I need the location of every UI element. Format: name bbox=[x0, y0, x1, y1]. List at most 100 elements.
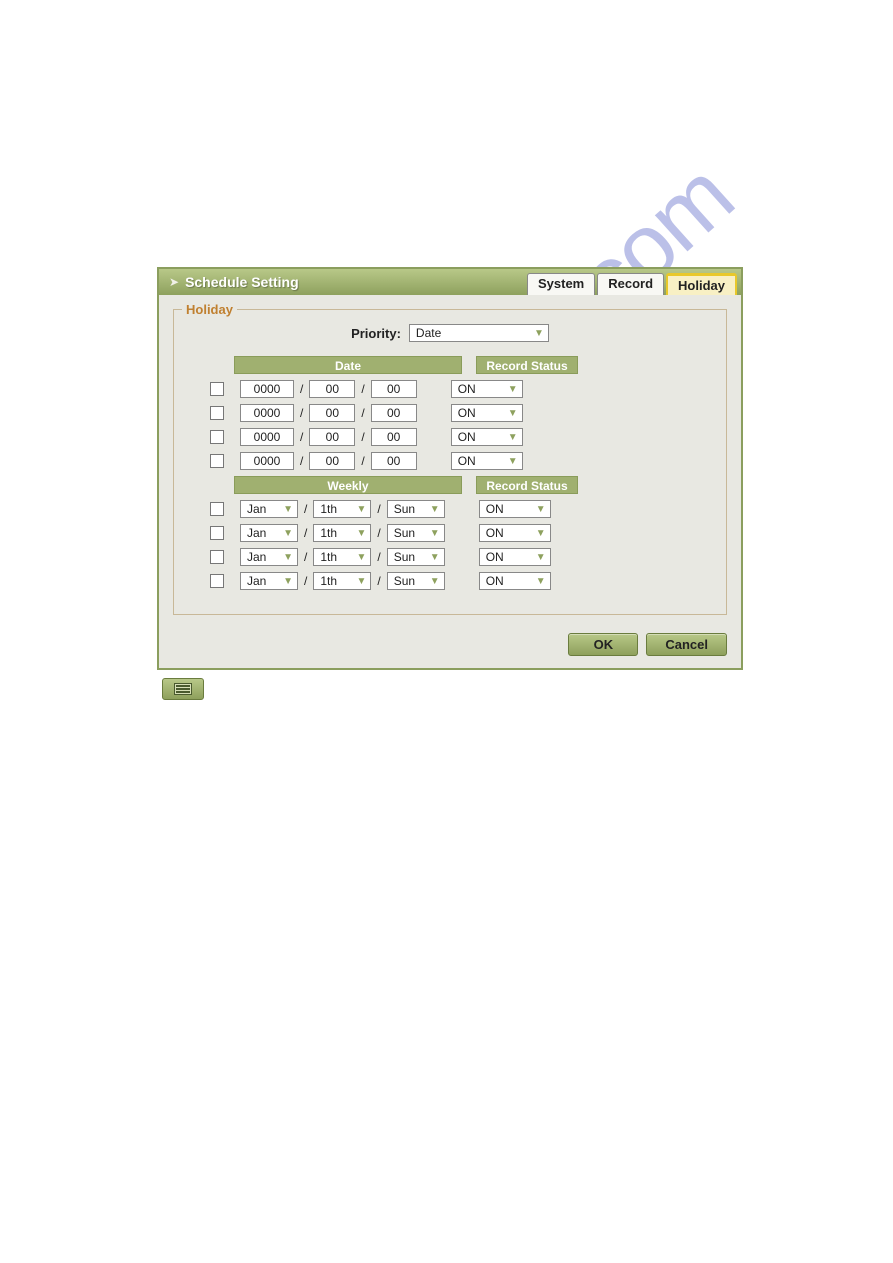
record-status-value: ON bbox=[486, 502, 504, 516]
cancel-button[interactable]: Cancel bbox=[646, 633, 727, 656]
tab-record[interactable]: Record bbox=[597, 273, 664, 295]
dialog-titlebar: ➤ Schedule Setting System Record Holiday bbox=[159, 269, 741, 295]
dropdown-icon: ▼ bbox=[508, 408, 518, 419]
date-row: 0000 / 00 / 00 ON ▼ bbox=[210, 404, 698, 422]
tab-system[interactable]: System bbox=[527, 273, 595, 295]
weekly-row-checkbox[interactable] bbox=[210, 574, 224, 588]
date-section-headers: Date Record Status bbox=[234, 356, 698, 374]
record-status-select[interactable]: ON ▼ bbox=[479, 572, 551, 590]
record-status-header: Record Status bbox=[476, 476, 578, 494]
dropdown-icon: ▼ bbox=[430, 504, 440, 515]
dropdown-icon: ▼ bbox=[508, 456, 518, 467]
priority-select-value: Date bbox=[416, 326, 441, 340]
weekly-row: Jan ▼ / 1th ▼ / Sun ▼ ON ▼ bbox=[210, 548, 698, 566]
date-header: Date bbox=[234, 356, 462, 374]
record-status-select[interactable]: ON ▼ bbox=[479, 548, 551, 566]
priority-label: Priority: bbox=[351, 326, 401, 341]
record-status-select[interactable]: ON ▼ bbox=[451, 452, 523, 470]
weekly-day-select[interactable]: Sun ▼ bbox=[387, 500, 445, 518]
weekly-ordinal-select[interactable]: 1th ▼ bbox=[313, 524, 371, 542]
date-year-input[interactable]: 0000 bbox=[240, 380, 294, 398]
tab-holiday[interactable]: Holiday bbox=[666, 273, 737, 295]
weekly-day-select[interactable]: Sun ▼ bbox=[387, 572, 445, 590]
separator: / bbox=[300, 382, 303, 396]
dropdown-icon: ▼ bbox=[356, 552, 366, 563]
dropdown-icon: ▼ bbox=[283, 576, 293, 587]
dropdown-icon: ▼ bbox=[430, 552, 440, 563]
separator: / bbox=[361, 430, 364, 444]
weekly-day-select[interactable]: Sun ▼ bbox=[387, 524, 445, 542]
date-row: 0000 / 00 / 00 ON ▼ bbox=[210, 428, 698, 446]
dropdown-icon: ▼ bbox=[356, 528, 366, 539]
date-row-checkbox[interactable] bbox=[210, 382, 224, 396]
date-year-input[interactable]: 0000 bbox=[240, 452, 294, 470]
weekly-row-checkbox[interactable] bbox=[210, 502, 224, 516]
dropdown-icon: ▼ bbox=[536, 576, 546, 587]
dropdown-icon: ▼ bbox=[283, 528, 293, 539]
date-row-checkbox[interactable] bbox=[210, 454, 224, 468]
date-day-input[interactable]: 00 bbox=[371, 452, 417, 470]
weekly-section-headers: Weekly Record Status bbox=[234, 476, 698, 494]
weekly-ordinal-select[interactable]: 1th ▼ bbox=[313, 572, 371, 590]
holiday-fieldset: Holiday Priority: Date ▼ Date Record Sta… bbox=[173, 309, 727, 615]
weekly-row: Jan ▼ / 1th ▼ / Sun ▼ ON ▼ bbox=[210, 500, 698, 518]
record-status-select[interactable]: ON ▼ bbox=[451, 404, 523, 422]
date-day-input[interactable]: 00 bbox=[371, 428, 417, 446]
date-year-input[interactable]: 0000 bbox=[240, 404, 294, 422]
separator: / bbox=[361, 406, 364, 420]
separator: / bbox=[304, 526, 307, 540]
date-day-input[interactable]: 00 bbox=[371, 404, 417, 422]
date-month-input[interactable]: 00 bbox=[309, 380, 355, 398]
weekly-ordinal-select[interactable]: 1th ▼ bbox=[313, 548, 371, 566]
weekly-month-select[interactable]: Jan ▼ bbox=[240, 572, 298, 590]
dialog-title: Schedule Setting bbox=[185, 274, 299, 290]
weekly-row-checkbox[interactable] bbox=[210, 550, 224, 564]
record-status-value: ON bbox=[486, 574, 504, 588]
date-month-input[interactable]: 00 bbox=[309, 428, 355, 446]
weekly-month-select[interactable]: Jan ▼ bbox=[240, 524, 298, 542]
priority-select[interactable]: Date ▼ bbox=[409, 324, 549, 342]
weekly-month-select[interactable]: Jan ▼ bbox=[240, 500, 298, 518]
weekly-day-select[interactable]: Sun ▼ bbox=[387, 548, 445, 566]
weekly-day-value: Sun bbox=[394, 526, 415, 540]
dropdown-icon: ▼ bbox=[430, 528, 440, 539]
weekly-month-select[interactable]: Jan ▼ bbox=[240, 548, 298, 566]
dropdown-icon: ▼ bbox=[356, 576, 366, 587]
separator: / bbox=[300, 430, 303, 444]
separator: / bbox=[377, 550, 380, 564]
separator: / bbox=[361, 454, 364, 468]
separator: / bbox=[304, 550, 307, 564]
record-status-select[interactable]: ON ▼ bbox=[451, 380, 523, 398]
record-status-select[interactable]: ON ▼ bbox=[451, 428, 523, 446]
weekly-row-checkbox[interactable] bbox=[210, 526, 224, 540]
date-day-input[interactable]: 00 bbox=[371, 380, 417, 398]
record-status-value: ON bbox=[458, 406, 476, 420]
priority-row: Priority: Date ▼ bbox=[202, 324, 698, 342]
weekly-ordinal-value: 1th bbox=[320, 550, 337, 564]
date-row: 0000 / 00 / 00 ON ▼ bbox=[210, 452, 698, 470]
fieldset-legend: Holiday bbox=[182, 302, 237, 317]
schedule-list-button[interactable] bbox=[162, 678, 204, 700]
weekly-month-value: Jan bbox=[247, 502, 266, 516]
dropdown-icon: ▼ bbox=[508, 432, 518, 443]
date-row-checkbox[interactable] bbox=[210, 430, 224, 444]
weekly-header: Weekly bbox=[234, 476, 462, 494]
dropdown-icon: ▼ bbox=[430, 576, 440, 587]
dropdown-icon: ▼ bbox=[508, 384, 518, 395]
record-status-select[interactable]: ON ▼ bbox=[479, 500, 551, 518]
weekly-day-value: Sun bbox=[394, 574, 415, 588]
date-month-input[interactable]: 00 bbox=[309, 404, 355, 422]
record-status-value: ON bbox=[458, 382, 476, 396]
tab-bar: System Record Holiday bbox=[527, 273, 737, 295]
dropdown-icon: ▼ bbox=[536, 504, 546, 515]
dropdown-icon: ▼ bbox=[536, 552, 546, 563]
weekly-ordinal-select[interactable]: 1th ▼ bbox=[313, 500, 371, 518]
button-row: OK Cancel bbox=[159, 625, 741, 668]
ok-button[interactable]: OK bbox=[568, 633, 638, 656]
date-month-input[interactable]: 00 bbox=[309, 452, 355, 470]
dropdown-icon: ▼ bbox=[536, 528, 546, 539]
record-status-select[interactable]: ON ▼ bbox=[479, 524, 551, 542]
date-row-checkbox[interactable] bbox=[210, 406, 224, 420]
date-year-input[interactable]: 0000 bbox=[240, 428, 294, 446]
separator: / bbox=[300, 454, 303, 468]
